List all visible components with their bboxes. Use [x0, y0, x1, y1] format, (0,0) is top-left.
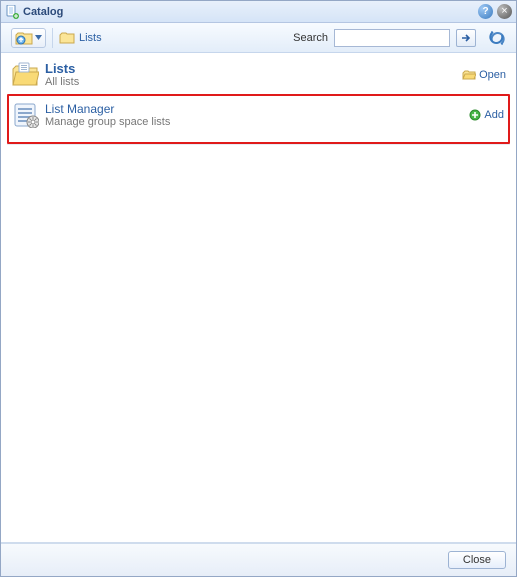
row-separator — [7, 144, 510, 145]
catalog-dialog: Catalog ? × Lists Search — [0, 0, 517, 577]
lists-category-icon — [11, 61, 39, 88]
add-plus-icon — [469, 109, 481, 121]
up-folder-icon — [15, 30, 33, 46]
list-manager-icon — [13, 102, 39, 128]
category-name: Lists — [45, 61, 462, 76]
open-folder-icon — [462, 69, 476, 81]
refresh-button[interactable] — [488, 29, 506, 47]
refresh-icon — [488, 29, 506, 47]
dialog-footer: Close — [1, 542, 516, 576]
breadcrumb[interactable]: Lists — [59, 31, 287, 45]
arrow-right-icon — [461, 33, 471, 43]
close-button[interactable]: Close — [448, 551, 506, 569]
add-label: Add — [484, 109, 504, 121]
content-area: Lists All lists Open List Manager Manage… — [1, 53, 516, 542]
list-manager-row[interactable]: List Manager Manage group space lists Ad… — [7, 94, 510, 144]
catalog-title-icon — [5, 5, 19, 19]
toolbar: Lists Search — [1, 23, 516, 53]
up-button[interactable] — [11, 28, 46, 48]
search-go-button[interactable] — [456, 29, 476, 47]
window-title: Catalog — [23, 6, 63, 18]
titlebar: Catalog ? × — [1, 1, 516, 23]
item-desc: Manage group space lists — [45, 116, 469, 128]
open-label: Open — [479, 69, 506, 81]
search-label: Search — [293, 32, 328, 44]
folder-icon — [59, 31, 75, 45]
breadcrumb-label: Lists — [79, 32, 102, 44]
toolbar-divider — [52, 28, 53, 48]
item-name: List Manager — [45, 102, 469, 116]
category-desc: All lists — [45, 76, 462, 88]
add-link[interactable]: Add — [469, 102, 504, 128]
help-icon[interactable]: ? — [478, 4, 493, 19]
dropdown-caret-icon — [35, 35, 42, 40]
close-icon[interactable]: × — [497, 4, 512, 19]
search-input[interactable] — [334, 29, 450, 47]
category-header: Lists All lists Open — [7, 59, 510, 94]
open-link[interactable]: Open — [462, 61, 506, 88]
